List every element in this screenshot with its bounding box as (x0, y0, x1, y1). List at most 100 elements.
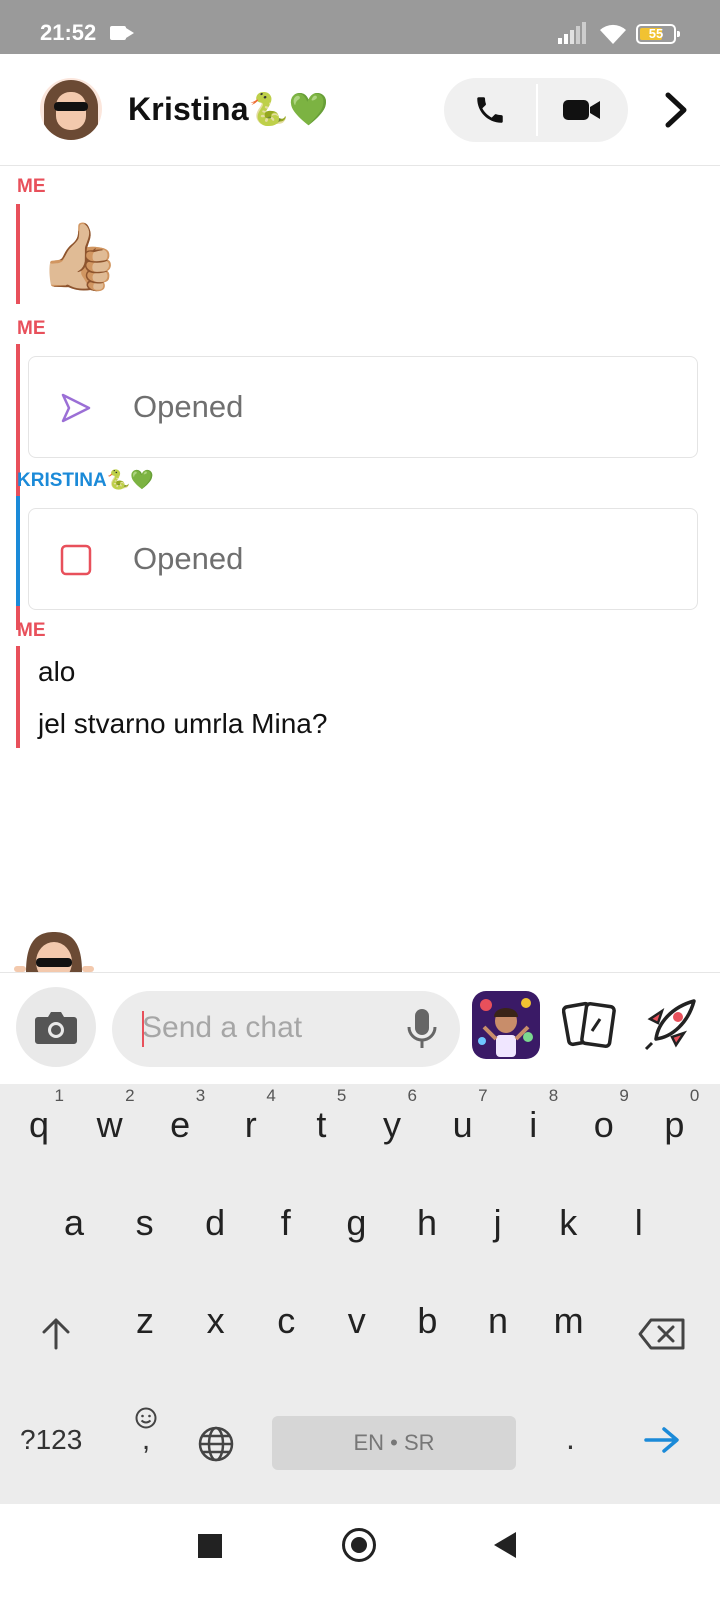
key-letter: x (206, 1300, 225, 1341)
key-letter: r (244, 1104, 257, 1145)
key-h[interactable]: h (392, 1182, 462, 1262)
symbols-key[interactable]: ?123 (20, 1424, 82, 1456)
enter-key[interactable] (640, 1418, 684, 1462)
status-time: 21:52 (40, 20, 97, 45)
opened-chat-square-icon (60, 544, 92, 576)
key-l[interactable]: l (604, 1182, 674, 1262)
chat-opened-card[interactable]: Opened (28, 508, 698, 610)
key-v[interactable]: v (322, 1280, 392, 1360)
key-letter: d (205, 1202, 226, 1243)
snap-opened-card[interactable]: Opened (28, 356, 698, 458)
key-c[interactable]: c (251, 1280, 321, 1360)
key-s[interactable]: s (110, 1182, 180, 1262)
chat-status: Opened (133, 541, 244, 576)
key-b[interactable]: b (392, 1280, 462, 1360)
sender-label: ME (17, 176, 46, 197)
text-cursor (142, 1011, 144, 1047)
globe-icon (198, 1426, 234, 1462)
key-letter: j (493, 1202, 502, 1243)
key-p[interactable]: 0p (639, 1084, 709, 1164)
key-n[interactable]: n (463, 1280, 533, 1360)
key-r[interactable]: 4r (216, 1084, 286, 1164)
key-letter: l (634, 1202, 643, 1243)
opened-snap-arrow-icon (61, 393, 91, 423)
key-m[interactable]: m (534, 1280, 604, 1360)
language-key[interactable] (196, 1424, 236, 1464)
period-key[interactable]: . (566, 1420, 575, 1457)
contact-name[interactable]: Kristina🐍💚 (128, 90, 329, 128)
comma-label: , (141, 1423, 151, 1456)
key-f[interactable]: f (251, 1182, 321, 1262)
key-letter: f (280, 1202, 291, 1243)
key-number-hint: 3 (195, 1086, 206, 1105)
key-q[interactable]: 1q (4, 1084, 74, 1164)
key-y[interactable]: 6y (357, 1084, 427, 1164)
key-letter: m (553, 1300, 584, 1341)
chat-input-field[interactable] (112, 991, 460, 1067)
arrow-right-icon (644, 1427, 679, 1453)
message-text[interactable]: alo (38, 656, 75, 688)
key-letter: i (529, 1104, 538, 1145)
key-letter: t (316, 1104, 327, 1145)
wifi-icon (600, 24, 626, 44)
call-controls (444, 78, 628, 142)
chat-input[interactable] (142, 1005, 392, 1051)
key-number-hint: 8 (548, 1086, 559, 1105)
video-call-button[interactable] (536, 78, 628, 142)
phone-icon (477, 97, 503, 123)
chevron-right-icon[interactable] (656, 90, 696, 130)
signal-icon (558, 22, 586, 44)
camera-button[interactable] (16, 987, 96, 1067)
home-icon[interactable] (342, 1528, 376, 1562)
message-text[interactable]: jel stvarno umrla Mina? (38, 708, 327, 740)
snap-status: Opened (133, 389, 244, 424)
bitmoji-sticker-button[interactable] (472, 991, 540, 1059)
key-number-hint: 7 (478, 1086, 488, 1105)
key-i[interactable]: 8i (498, 1084, 568, 1164)
key-letter: s (135, 1202, 154, 1243)
camera-icon (35, 1012, 77, 1044)
key-letter: g (346, 1202, 367, 1243)
key-d[interactable]: d (180, 1182, 250, 1262)
key-letter: k (559, 1202, 578, 1243)
emoji-comma-key[interactable]: , (128, 1398, 164, 1458)
screen-record-icon (110, 26, 134, 40)
key-z[interactable]: z (110, 1280, 180, 1360)
key-w[interactable]: 2w (75, 1084, 145, 1164)
shift-key[interactable] (34, 1312, 78, 1356)
backspace-key[interactable] (636, 1312, 688, 1356)
key-number-hint: 0 (689, 1086, 700, 1105)
key-j[interactable]: j (463, 1182, 533, 1262)
key-g[interactable]: g (321, 1182, 391, 1262)
key-letter: n (487, 1300, 509, 1341)
key-letter: v (347, 1300, 366, 1341)
back-icon[interactable] (494, 1532, 516, 1558)
key-number-hint: 4 (266, 1086, 276, 1105)
key-x[interactable]: x (181, 1280, 251, 1360)
video-camera-icon (563, 100, 600, 120)
voice-call-button[interactable] (444, 78, 536, 142)
key-k[interactable]: k (533, 1182, 603, 1262)
key-letter: u (452, 1104, 473, 1145)
cards-button[interactable] (561, 997, 618, 1053)
key-e[interactable]: 3e (145, 1084, 215, 1164)
key-letter: y (383, 1104, 401, 1145)
key-letter: p (664, 1104, 685, 1145)
chat-header: Kristina🐍💚 (0, 54, 720, 166)
space-bar[interactable]: EN • SR (272, 1416, 516, 1470)
sender-bar (16, 204, 20, 304)
contact-avatar[interactable] (40, 78, 102, 140)
microphone-icon[interactable] (402, 1007, 442, 1051)
key-number-hint: 9 (619, 1086, 629, 1105)
key-u[interactable]: 7u (428, 1084, 498, 1164)
key-a[interactable]: a (39, 1182, 109, 1262)
backspace-icon (638, 1318, 685, 1350)
games-rocket-button[interactable] (642, 993, 702, 1053)
recents-icon[interactable] (198, 1534, 222, 1558)
key-t[interactable]: 5t (286, 1084, 356, 1164)
friend-bitmoji-peek (12, 930, 96, 972)
key-o[interactable]: 9o (569, 1084, 639, 1164)
key-letter: z (136, 1300, 154, 1341)
keyboard: 1q2w3e4r5t6y7u8i9o0p asdfghjkl zxcvbnm ?… (0, 1084, 720, 1504)
key-letter: b (417, 1300, 438, 1341)
